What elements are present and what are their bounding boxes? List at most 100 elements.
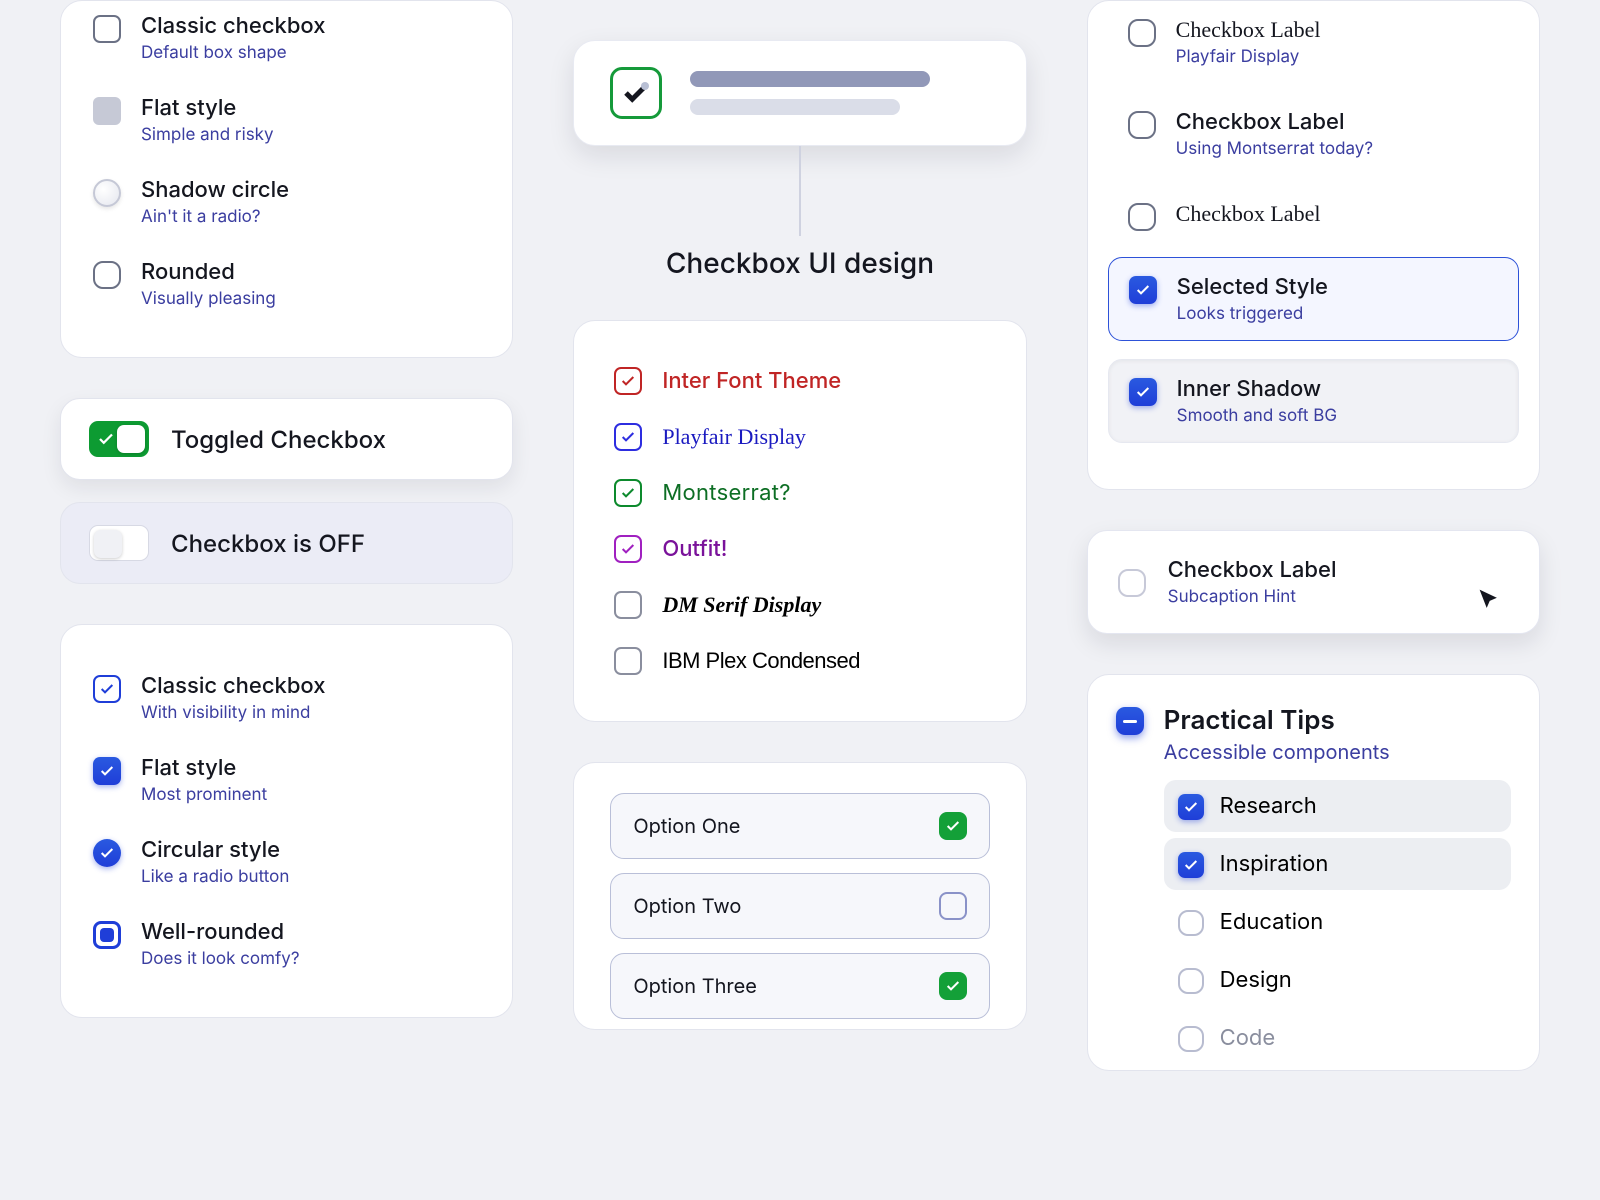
option-row[interactable]: Option Three (610, 953, 989, 1019)
checkbox-icon[interactable] (1178, 1026, 1204, 1052)
label: Inspiration (1220, 851, 1329, 877)
font-row-outfit[interactable]: Outfit! (614, 521, 985, 577)
checkbox-row-playfair-label[interactable]: Checkbox LabelPlayfair Display (1108, 1, 1519, 83)
sub: Looks triggered (1177, 304, 1328, 324)
sub: Playfair Display (1176, 47, 1321, 67)
panel-options: Option One Option Two Option Three (573, 762, 1026, 1030)
sub: Does it look comfy? (141, 949, 300, 969)
sub: Smooth and soft BG (1177, 406, 1337, 426)
label: Education (1220, 909, 1324, 935)
sub: Ain't it a radio? (141, 207, 289, 227)
label: Inter Font Theme (662, 368, 841, 394)
checkbox-icon[interactable] (93, 921, 121, 949)
label: Option One (633, 814, 740, 838)
label: Montserrat? (662, 480, 791, 506)
label: Playfair Display (662, 424, 806, 450)
checkbox-row-classic-checked[interactable]: Classic checkboxWith visibility in mind (93, 661, 480, 735)
sub: With visibility in mind (141, 703, 326, 723)
checkbox-icon[interactable] (93, 15, 121, 43)
checkbox-row-serif-label[interactable]: Checkbox Label (1108, 185, 1519, 247)
checkbox-icon[interactable] (614, 535, 642, 563)
checkbox-icon[interactable] (1128, 203, 1156, 231)
tips-item-design[interactable]: Design (1164, 954, 1511, 1006)
checkbox-icon[interactable] (1178, 794, 1204, 820)
sub: Subcaption Hint (1168, 587, 1337, 607)
tips-item-code[interactable]: Code (1164, 1012, 1511, 1064)
tips-item-research[interactable]: Research (1164, 780, 1511, 832)
label: Checkbox Label (1168, 557, 1337, 583)
label: Well-rounded (141, 919, 300, 945)
panel-practical-tips: Practical TipsAccessible components Rese… (1087, 674, 1540, 1071)
label: Flat style (141, 755, 267, 781)
checkbox-icon[interactable] (939, 892, 967, 920)
placeholder-line (690, 71, 929, 87)
checkbox-icon[interactable] (939, 812, 967, 840)
font-row-playfair[interactable]: Playfair Display (614, 409, 985, 465)
checkbox-row-rounded[interactable]: Rounded Visually pleasing (93, 247, 480, 321)
hero-checkbox-icon (610, 67, 662, 119)
tips-item-education[interactable]: Education (1164, 896, 1511, 948)
sub: Using Montserrat today? (1176, 139, 1373, 159)
toggle-off-card[interactable]: Checkbox is OFF (60, 502, 513, 584)
font-row-montserrat[interactable]: Montserrat? (614, 465, 985, 521)
hero-preview-card (573, 40, 1026, 146)
label: Outfit! (662, 536, 727, 562)
label: Option Two (633, 894, 741, 918)
panel-label-variants: Checkbox LabelPlayfair Display Checkbox … (1087, 0, 1540, 490)
checkbox-icon[interactable] (93, 97, 121, 125)
toggle-on-card[interactable]: Toggled Checkbox (60, 398, 513, 480)
label: Circular style (141, 837, 289, 863)
checkbox-icon[interactable] (93, 839, 121, 867)
checkbox-icon[interactable] (614, 479, 642, 507)
checkbox-icon[interactable] (93, 261, 121, 289)
font-row-ibm[interactable]: IBM Plex Condensed (614, 633, 985, 689)
hover-state-card[interactable]: Checkbox Label Subcaption Hint (1087, 530, 1540, 634)
toggle-label: Checkbox is OFF (171, 529, 365, 558)
checkbox-icon[interactable] (1128, 111, 1156, 139)
panel-checkbox-styles-checked: Classic checkboxWith visibility in mind … (60, 624, 513, 1018)
tips-sub: Accessible components (1164, 740, 1390, 764)
checkbox-icon[interactable] (1128, 19, 1156, 47)
checkbox-indeterminate-icon[interactable] (1116, 707, 1144, 735)
label: Research (1220, 793, 1317, 819)
option-row[interactable]: Option Two (610, 873, 989, 939)
checkbox-row-flat-checked[interactable]: Flat styleMost prominent (93, 743, 480, 817)
checkbox-row-selected-style[interactable]: Selected Style Looks triggered (1108, 257, 1519, 341)
tips-item-inspiration[interactable]: Inspiration (1164, 838, 1511, 890)
toggle-switch-icon[interactable] (89, 525, 149, 561)
pointer-line (799, 146, 801, 236)
checkbox-row-shadow-circle[interactable]: Shadow circleAin't it a radio? (93, 165, 480, 239)
checkbox-row-circular-checked[interactable]: Circular styleLike a radio button (93, 825, 480, 899)
option-row[interactable]: Option One (610, 793, 989, 859)
checkbox-row-classic[interactable]: Classic checkboxDefault box shape (93, 1, 480, 75)
checkbox-icon[interactable] (614, 423, 642, 451)
checkbox-icon[interactable] (1178, 968, 1204, 994)
font-row-dmserif[interactable]: DM Serif Display (614, 577, 985, 633)
label: Selected Style (1177, 274, 1328, 300)
checkbox-icon[interactable] (614, 647, 642, 675)
label: Option Three (633, 974, 757, 998)
label: Checkbox Label (1176, 109, 1373, 135)
checkbox-row-well-rounded[interactable]: Well-rounded Does it look comfy? (93, 907, 480, 981)
checkbox-icon[interactable] (1178, 852, 1204, 878)
checkbox-icon[interactable] (1129, 276, 1157, 304)
checkbox-row-inner-shadow[interactable]: Inner ShadowSmooth and soft BG (1108, 359, 1519, 443)
label: Code (1220, 1025, 1276, 1051)
checkbox-row-flat[interactable]: Flat styleSimple and risky (93, 83, 480, 157)
checkbox-icon[interactable] (939, 972, 967, 1000)
cursor-icon (1475, 585, 1503, 613)
checkbox-icon[interactable] (93, 179, 121, 207)
checkbox-icon[interactable] (614, 591, 642, 619)
checkbox-icon[interactable] (614, 367, 642, 395)
checkbox-icon[interactable] (93, 757, 121, 785)
checkbox-icon[interactable] (93, 675, 121, 703)
font-row-inter[interactable]: Inter Font Theme (614, 353, 985, 409)
checkbox-row-montserrat-label[interactable]: Checkbox Label Using Montserrat today? (1108, 93, 1519, 175)
checkbox-icon[interactable] (1129, 378, 1157, 406)
hero-title: Checkbox UI design (573, 246, 1026, 280)
checkbox-icon[interactable] (1178, 910, 1204, 936)
checkbox-icon[interactable] (1118, 569, 1146, 597)
toggle-switch-icon[interactable] (89, 421, 149, 457)
sub: Visually pleasing (141, 289, 276, 309)
label: Rounded (141, 259, 276, 285)
